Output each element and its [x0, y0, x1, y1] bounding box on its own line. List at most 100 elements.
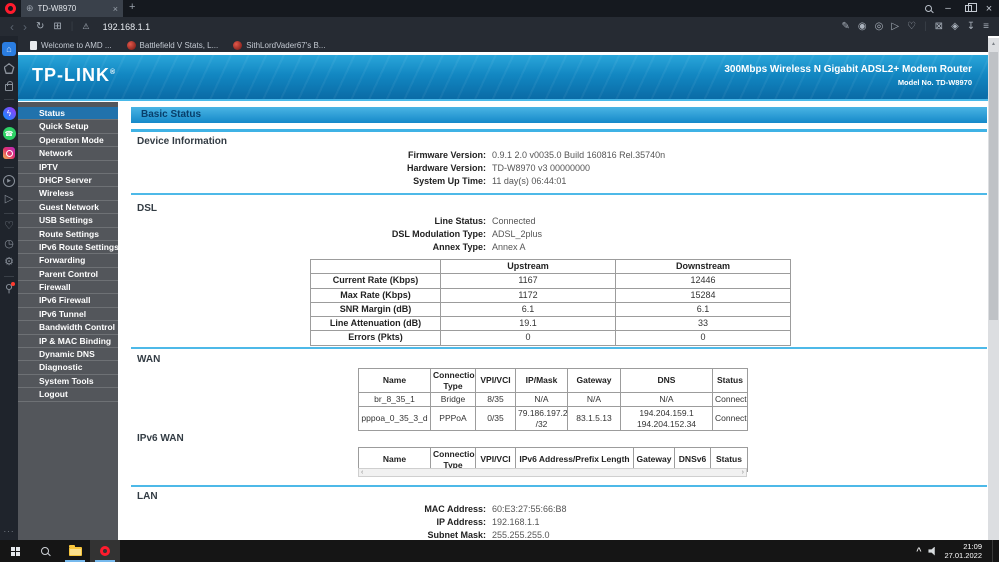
sidebar-item-parent-control[interactable]: Parent Control [18, 268, 118, 282]
player-icon[interactable]: ▶ [3, 175, 15, 187]
opera-sidebar: ⌂ ϟ ☎ ▶ ▷ ♡ ◷ ⚙ ⚲ ··· [0, 36, 18, 540]
bookmarks-heart-icon[interactable]: ♡ [4, 221, 14, 232]
search-icon[interactable] [918, 0, 938, 17]
scroll-up-icon[interactable]: ▲ [988, 38, 999, 50]
horizontal-scrollbar[interactable]: ‹ › [358, 468, 747, 477]
section-title-ipv6-wan: IPv6 WAN [137, 433, 184, 444]
column-header: Connection Type [430, 367, 476, 394]
sidebar-item-dynamic-dns[interactable]: Dynamic DNS [18, 348, 118, 362]
info-row: Firmware Version: 0.9.1 2.0 v0035.0 Buil… [131, 150, 891, 161]
show-desktop-button[interactable] [992, 540, 995, 562]
sidebar-item-bandwidth-control[interactable]: Bandwidth Control [18, 321, 118, 335]
messenger-icon[interactable]: ϟ [2, 107, 16, 120]
column-header: IP/Mask [515, 367, 568, 394]
column-header: Name [358, 367, 431, 394]
new-tab-button[interactable]: + [129, 1, 135, 13]
field-label: Hardware Version: [406, 163, 486, 173]
bookmark-item[interactable]: SithLordVader67's B... [233, 40, 325, 50]
opera-menu-button[interactable] [5, 3, 16, 14]
bookmark-item[interactable]: Welcome to AMD ... [30, 40, 112, 50]
sidebar-item-route-settings[interactable]: Route Settings [18, 228, 118, 241]
speaker-icon[interactable] [928, 546, 935, 556]
section-title-lan: LAN [137, 491, 158, 502]
pentagon-icon[interactable] [3, 63, 15, 74]
sidebar-divider [4, 99, 14, 100]
my-flow-icon[interactable]: ▷ [891, 21, 899, 32]
sidebar-item-operation-mode[interactable]: Operation Mode [18, 134, 118, 148]
file-explorer-button[interactable] [60, 540, 90, 562]
sidebar-setup-icon[interactable]: ··· [4, 527, 15, 536]
wallet-icon[interactable]: ◈ [951, 21, 959, 32]
scroll-left-icon[interactable]: ‹ [361, 469, 363, 476]
send-to-device-icon[interactable]: ▷ [5, 194, 13, 205]
sidebar-item-ipv6-firewall[interactable]: IPv6 Firewall [18, 294, 118, 308]
info-row: DSL Modulation Type: ADSL_2plus [131, 229, 891, 240]
speed-dial-home-icon[interactable]: ⌂ [2, 42, 16, 56]
sidebar-item-network[interactable]: Network [18, 147, 118, 161]
sidebar-item-iptv[interactable]: IPTV [18, 161, 118, 174]
field-value: 60:E3:27:55:66:B8 [492, 504, 567, 514]
table-row: SNR Margin (dB) 6.1 6.1 [310, 301, 791, 318]
sidebar-item-diagnostic[interactable]: Diagnostic [18, 361, 118, 375]
sidebar-item-usb-settings[interactable]: USB Settings [18, 214, 118, 228]
router-nav-menu: Status Quick Setup Operation Mode Networ… [18, 102, 119, 540]
bookmark-item[interactable]: Battlefield V Stats, L... [126, 40, 218, 50]
close-button[interactable]: × [979, 0, 999, 17]
scrollbar-thumb[interactable] [989, 52, 998, 320]
sidebar-item-quick-setup[interactable]: Quick Setup [18, 120, 118, 134]
browser-menu-icon[interactable]: ≡ [983, 21, 989, 32]
taskbar-search-button[interactable] [30, 540, 60, 562]
title-underline [131, 129, 987, 132]
sidebar-item-forwarding[interactable]: Forwarding [18, 254, 118, 268]
sidebar-item-guest-network[interactable]: Guest Network [18, 201, 118, 215]
sidebar-item-ipv6-route-settings[interactable]: IPv6 Route Settings [18, 241, 119, 255]
sidebar-item-ip-mac-binding[interactable]: IP & MAC Binding [18, 335, 118, 349]
sidebar-item-status[interactable]: Status [18, 107, 118, 121]
browser-tab[interactable]: ⊕ TD-W8970 × [21, 0, 123, 17]
sidebar-item-wireless[interactable]: Wireless [18, 187, 118, 201]
info-row: Subnet Mask: 255.255.255.0 [131, 530, 891, 540]
back-icon[interactable]: ‹ [10, 21, 14, 33]
sidebar-item-dhcp-server[interactable]: DHCP Server [18, 174, 118, 188]
clock-date: 27.01.2022 [944, 551, 982, 560]
shopping-icon[interactable] [5, 81, 13, 91]
header-divider [18, 99, 988, 101]
minimize-button[interactable]: – [938, 0, 958, 17]
sidebar-item-ipv6-tunnel[interactable]: IPv6 Tunnel [18, 308, 118, 322]
downloads-icon[interactable]: ↧ [967, 21, 975, 32]
reload-icon[interactable]: ↻ [36, 21, 44, 32]
site-security-icon[interactable]: ⚠ [82, 22, 89, 31]
vertical-scrollbar[interactable]: ▲ [988, 38, 999, 540]
share-icon[interactable]: ✎ [842, 21, 850, 32]
settings-gear-icon[interactable]: ⚙ [4, 257, 14, 268]
whatsapp-icon[interactable]: ☎ [2, 127, 16, 140]
start-button[interactable] [0, 540, 30, 562]
folder-icon [68, 544, 82, 556]
forward-icon[interactable]: › [23, 21, 27, 33]
history-clock-icon[interactable]: ◷ [4, 239, 14, 250]
favorites-heart-icon[interactable]: ♡ [907, 21, 916, 32]
sidebar-item-logout[interactable]: Logout [18, 388, 118, 402]
opera-taskbar-button[interactable] [90, 540, 120, 562]
tray-chevron-up-icon[interactable]: ^ [916, 546, 921, 556]
snapshot-icon[interactable]: ◉ [858, 21, 867, 32]
field-value: 192.168.1.1 [492, 517, 540, 527]
info-row: MAC Address: 60:E3:27:55:66:B8 [131, 504, 891, 515]
instagram-icon[interactable] [3, 147, 15, 159]
taskbar-clock[interactable]: 21:09 27.01.2022 [944, 542, 985, 560]
speed-dial-icon[interactable]: ⊞ [53, 21, 61, 32]
url-field[interactable]: 192.168.1.1 [103, 22, 151, 32]
extensions-icon[interactable]: ⊠ [935, 21, 943, 32]
pinboard-icon[interactable]: ⚲ [5, 282, 16, 295]
section-title-device-information: Device Information [137, 136, 228, 147]
scroll-right-icon[interactable]: › [742, 469, 744, 476]
sidebar-item-firewall[interactable]: Firewall [18, 281, 118, 295]
tab-close-icon[interactable]: × [113, 4, 118, 14]
restore-button[interactable] [958, 0, 978, 17]
field-label: DSL Modulation Type: [391, 229, 486, 239]
tplink-header-banner: TP-LINK® 300Mbps Wireless N Gigabit ADSL… [18, 55, 988, 99]
bookmark-label: Welcome to AMD ... [41, 40, 112, 50]
badge-icon[interactable]: ◎ [875, 21, 884, 32]
sidebar-item-system-tools[interactable]: System Tools [18, 375, 118, 389]
table-row: Max Rate (Kbps) 1172 15284 [310, 287, 791, 303]
